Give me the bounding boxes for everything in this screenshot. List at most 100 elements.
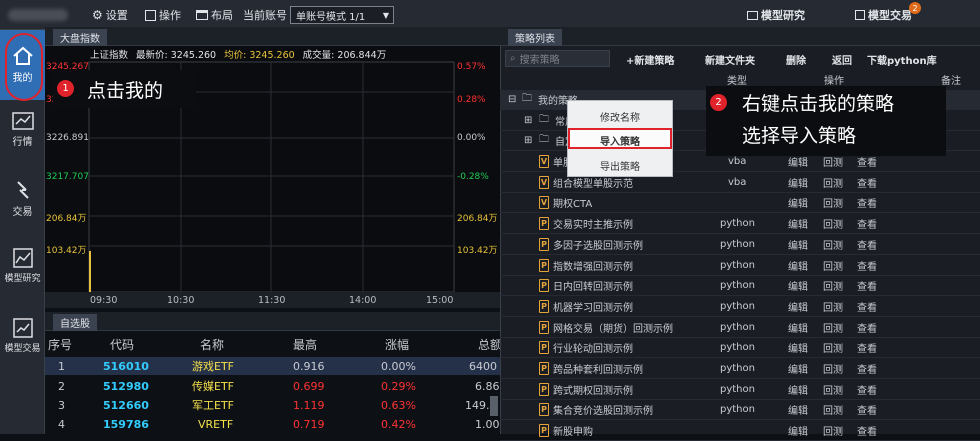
strategy-row[interactable]: P 行业轮动回测示例 python 编辑 回测 查看 — [500, 338, 980, 359]
delete-button[interactable]: 删除 — [786, 52, 806, 67]
edit-button[interactable]: 编辑 — [788, 423, 808, 438]
market-info-bar: 上证指数 最新价: 3245.260 均价: 3245.260 成交量: 206… — [90, 50, 387, 61]
backtest-button[interactable]: 回测 — [823, 382, 843, 397]
menu-item-import-strategy[interactable]: 导入策略 — [568, 133, 672, 148]
tab-market-index[interactable]: 大盘指数 — [53, 29, 107, 46]
operate-button[interactable]: 操作 — [145, 7, 181, 23]
menu-item-rename[interactable]: 修改名称 — [568, 109, 672, 124]
y-right-1: 0.28% — [457, 95, 486, 105]
view-button[interactable]: 查看 — [857, 195, 877, 210]
edit-button[interactable]: 编辑 — [788, 320, 808, 335]
backtest-button[interactable]: 回测 — [823, 154, 843, 169]
view-button[interactable]: 查看 — [857, 237, 877, 252]
vba-file-icon: V — [539, 155, 549, 168]
strategy-row[interactable]: P 指数增强回测示例 python 编辑 回测 查看 — [500, 256, 980, 276]
view-button[interactable]: 查看 — [857, 402, 877, 417]
backtest-button[interactable]: 回测 — [823, 175, 843, 190]
column-type: 类型 — [727, 76, 747, 87]
table-row[interactable]: 4 159786 VRETF 0.719 0.42% 1.00 — [45, 415, 500, 433]
view-button[interactable]: 查看 — [857, 154, 877, 169]
x-tick-1500: 15:00 — [426, 295, 454, 306]
back-button[interactable]: 返回 — [832, 52, 852, 67]
tab-strategy-list[interactable]: 策略列表 — [508, 29, 562, 46]
backtest-button[interactable]: 回测 — [823, 340, 843, 355]
strategy-row[interactable]: P 日内回转回测示例 python 编辑 回测 查看 — [500, 276, 980, 297]
view-button[interactable]: 查看 — [857, 175, 877, 190]
new-folder-button[interactable]: 新建文件夹 — [705, 52, 755, 67]
settings-button[interactable]: ⚙ 设置 — [92, 7, 128, 23]
backtest-button[interactable]: 回测 — [823, 402, 843, 417]
watchlist-column-headers: 序号 代码 名称 最高 涨幅 总额 — [48, 337, 503, 352]
edit-button[interactable]: 编辑 — [788, 361, 808, 376]
layout-button[interactable]: 布局 — [196, 7, 233, 23]
model-research-tab[interactable]: 模型研究 — [747, 7, 805, 23]
table-row[interactable]: 1 516010 游戏ETF 0.916 0.00% 6400 — [45, 357, 500, 375]
strategy-row[interactable]: V 期权CTA 编辑 回测 查看 — [500, 193, 980, 214]
strategy-row[interactable]: P 跨式期权回测示例 python 编辑 回测 查看 — [500, 380, 980, 400]
view-button[interactable]: 查看 — [857, 382, 877, 397]
strategy-row[interactable]: P 机器学习回测示例 python 编辑 回测 查看 — [500, 297, 980, 317]
strategy-row[interactable]: P 交易实时主推示例 python 编辑 回测 查看 — [500, 214, 980, 235]
strategy-panel-header: 策略列表 — [500, 27, 980, 46]
y-right-4: 206.84万 — [457, 214, 498, 224]
backtest-button[interactable]: 回测 — [823, 258, 843, 273]
backtest-button[interactable]: 回测 — [823, 216, 843, 231]
backtest-button[interactable]: 回测 — [823, 299, 843, 314]
strategy-row[interactable]: P 跨品种套利回测示例 python 编辑 回测 查看 — [500, 359, 980, 379]
sidebar-item-market[interactable]: 行情 — [0, 112, 45, 148]
edit-button[interactable]: 编辑 — [788, 278, 808, 293]
search-icon: ⌕ — [510, 53, 516, 64]
collapse-icon: ⊟ — [508, 94, 517, 105]
download-python-lib-button[interactable]: 下载python库 — [867, 52, 937, 67]
edit-icon — [145, 9, 156, 21]
view-button[interactable]: 查看 — [857, 423, 877, 438]
view-button[interactable]: 查看 — [857, 340, 877, 355]
account-mode-select[interactable]: 单账号模式 1/1 ▼ — [290, 6, 394, 24]
strategy-name: 集合竞价选股回测示例 — [553, 406, 653, 418]
python-file-icon: P — [539, 258, 549, 272]
tab-watchlist[interactable]: 自选股 — [53, 314, 97, 331]
python-file-icon: P — [539, 217, 549, 231]
strategy-search-input[interactable]: ⌕ 搜索策略 — [505, 50, 610, 67]
sidebar-item-trade[interactable]: 交易 — [0, 180, 45, 218]
backtest-button[interactable]: 回测 — [823, 278, 843, 293]
table-row[interactable]: 3 512660 军工ETF 1.119 0.63% 149.5 — [45, 396, 500, 414]
edit-button[interactable]: 编辑 — [788, 154, 808, 169]
view-button[interactable]: 查看 — [857, 361, 877, 376]
step1-number: 1 — [57, 80, 74, 97]
view-button[interactable]: 查看 — [857, 299, 877, 314]
backtest-button[interactable]: 回测 — [823, 237, 843, 252]
backtest-button[interactable]: 回测 — [823, 361, 843, 376]
strategy-row[interactable]: P 集合竞价选股回测示例 python 编辑 回测 查看 — [500, 400, 980, 421]
sidebar-item-model-trading[interactable]: 模型交易 — [0, 318, 45, 354]
strategy-type: python — [720, 363, 755, 374]
view-button[interactable]: 查看 — [857, 320, 877, 335]
view-button[interactable]: 查看 — [857, 258, 877, 273]
view-button[interactable]: 查看 — [857, 278, 877, 293]
y-left-2: 3226.891 — [46, 133, 89, 143]
edit-button[interactable]: 编辑 — [788, 299, 808, 314]
edit-button[interactable]: 编辑 — [788, 216, 808, 231]
edit-button[interactable]: 编辑 — [788, 382, 808, 397]
edit-button[interactable]: 编辑 — [788, 175, 808, 190]
edit-button[interactable]: 编辑 — [788, 237, 808, 252]
strategy-row[interactable]: P 新股申购 编辑 回测 查看 — [500, 421, 980, 441]
table-row[interactable]: 2 512980 传媒ETF 0.699 0.29% 6.86 — [45, 377, 500, 395]
strategy-row[interactable]: P 多因子选股回测示例 python 编辑 回测 查看 — [500, 235, 980, 255]
edit-button[interactable]: 编辑 — [788, 402, 808, 417]
strategy-name: 期权CTA — [553, 199, 593, 211]
sidebar-item-model-research[interactable]: 模型研究 — [0, 248, 45, 284]
strategy-row[interactable]: P 网格交易（期货）回测示例 python 编辑 回测 查看 — [500, 318, 980, 338]
edit-button[interactable]: 编辑 — [788, 195, 808, 210]
menu-item-export-strategy[interactable]: 导出策略 — [568, 158, 672, 173]
edit-button[interactable]: 编辑 — [788, 258, 808, 273]
scrollbar-thumb[interactable] — [490, 396, 498, 416]
backtest-button[interactable]: 回测 — [823, 195, 843, 210]
backtest-button[interactable]: 回测 — [823, 423, 843, 438]
strategy-type: python — [720, 300, 755, 312]
new-strategy-button[interactable]: +新建策略 — [626, 52, 674, 67]
model-trading-tab[interactable]: 模型交易 — [855, 7, 912, 23]
edit-button[interactable]: 编辑 — [788, 340, 808, 355]
backtest-button[interactable]: 回测 — [823, 320, 843, 335]
view-button[interactable]: 查看 — [857, 216, 877, 231]
